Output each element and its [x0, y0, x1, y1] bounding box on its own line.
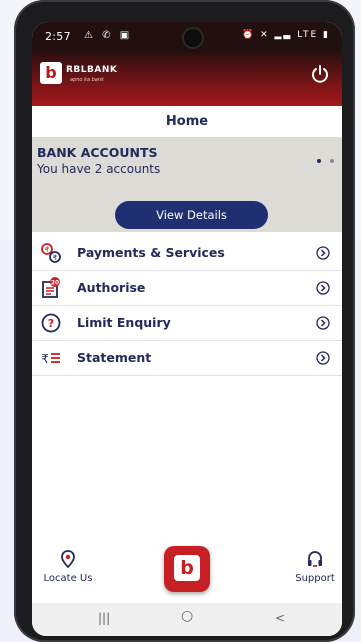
app-screen: 2:57 ⚠ ✆ ▣ ⏰ ✕ ▂▃ LTE ▮ b RBLBANK apno k… — [32, 22, 342, 636]
status-right-icons: ⏰ ✕ ▂▃ LTE ▮ — [242, 30, 330, 40]
menu-label: Statement — [77, 350, 152, 365]
menu-item-limit-enquiry[interactable]: ? Limit Enquiry — [32, 306, 342, 341]
rbl-logo: b RBLBANK apno ka bank — [40, 62, 140, 88]
svg-text:₹: ₹ — [41, 352, 49, 366]
back-button[interactable]: < — [275, 611, 285, 625]
status-left-icons: ⚠ ✆ ▣ — [84, 30, 133, 41]
home-logo-button[interactable]: b — [164, 546, 210, 592]
menu-label: Payments & Services — [77, 245, 225, 260]
menu-item-payments[interactable]: ₹ ₹ Payments & Services — [32, 236, 342, 271]
chevron-right-icon[interactable] — [316, 281, 330, 295]
support-label: Support — [295, 573, 335, 584]
page-title: Home — [165, 114, 209, 129]
recents-button[interactable]: ||| — [98, 611, 110, 625]
headset-icon — [308, 551, 322, 567]
svg-text:₹: ₹ — [53, 254, 58, 262]
services-menu: ₹ ₹ Payments & Services 20 Authorise ? L… — [32, 236, 342, 376]
home-button[interactable]: ○ — [181, 608, 193, 624]
pager-dots[interactable] — [313, 148, 334, 167]
system-nav-bar: ||| ○ < — [32, 603, 342, 636]
brand-name: RBLBANK — [66, 65, 118, 75]
locate-us-label: Locate Us — [43, 573, 93, 584]
authorise-icon: 20 — [42, 277, 60, 298]
power-icon[interactable] — [310, 64, 330, 84]
accounts-heading: BANK ACCOUNTS — [37, 145, 158, 160]
app-header: b RBLBANK apno ka bank — [32, 52, 342, 106]
support-button[interactable]: Support — [290, 550, 340, 584]
menu-label: Limit Enquiry — [77, 315, 171, 330]
view-details-button[interactable]: View Details — [115, 201, 268, 229]
accounts-count: You have 2 accounts — [37, 162, 161, 176]
svg-text:₹: ₹ — [45, 246, 50, 254]
page-title-bar: Home — [32, 106, 342, 137]
locate-us-button[interactable]: Locate Us — [42, 550, 94, 584]
pager-dot[interactable] — [330, 159, 334, 163]
logo-mark: b — [40, 62, 62, 84]
svg-text:?: ? — [48, 317, 54, 330]
pager-dot-active[interactable] — [316, 159, 321, 163]
chevron-right-icon[interactable] — [316, 246, 330, 260]
question-icon: ? — [41, 313, 61, 333]
chevron-right-icon[interactable] — [316, 351, 330, 365]
menu-item-authorise[interactable]: 20 Authorise — [32, 271, 342, 306]
location-pin-icon — [61, 550, 75, 569]
front-camera — [182, 27, 204, 49]
payments-icon: ₹ ₹ — [41, 243, 61, 263]
authorise-badge: 20 — [51, 280, 59, 287]
chevron-right-icon[interactable] — [316, 316, 330, 330]
statement-icon: ₹ — [41, 352, 60, 366]
brand-tagline: apno ka bank — [70, 77, 104, 83]
menu-item-statement[interactable]: ₹ Statement — [32, 341, 342, 376]
rbl-mark-icon: b — [174, 555, 200, 581]
status-bar: 2:57 ⚠ ✆ ▣ ⏰ ✕ ▂▃ LTE ▮ — [32, 22, 342, 52]
status-time: 2:57 — [45, 30, 71, 43]
menu-label: Authorise — [77, 280, 146, 295]
